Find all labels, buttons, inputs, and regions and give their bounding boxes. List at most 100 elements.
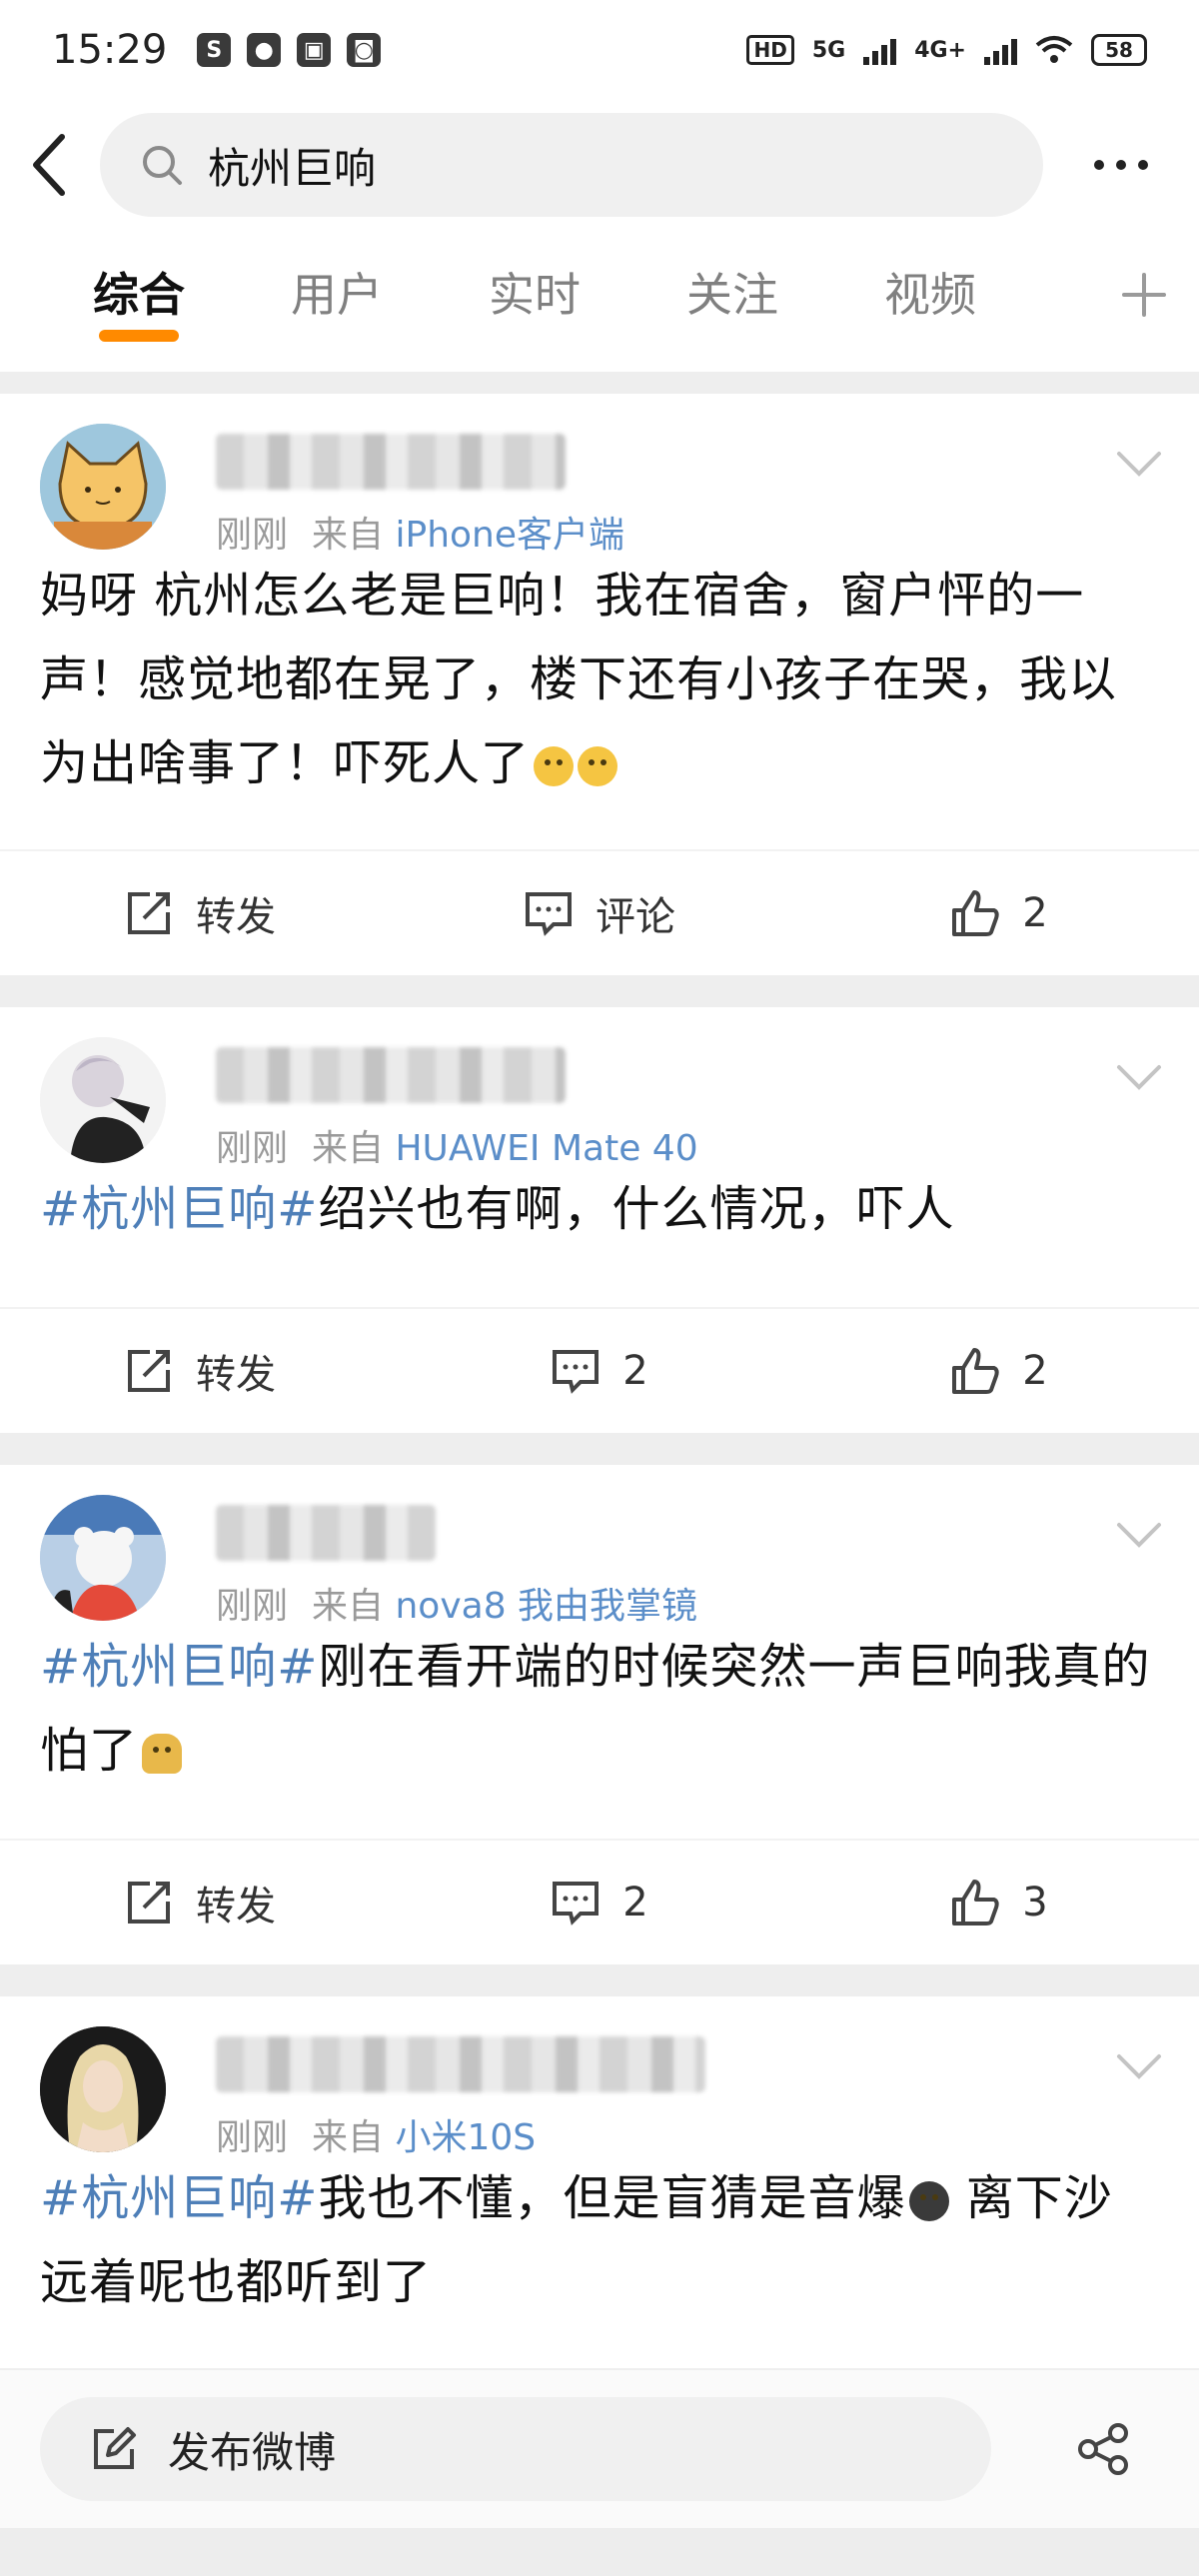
status-time: 15:29 <box>52 27 168 73</box>
system-nav-bar <box>0 2528 1199 2576</box>
comment-button[interactable]: 2 <box>400 1346 799 1396</box>
add-tab-button[interactable] <box>1089 230 1199 360</box>
post-from-label: 来自 <box>312 2117 385 2158</box>
chevron-down-icon[interactable] <box>1115 1063 1163 1091</box>
share-button[interactable] <box>1049 2394 1159 2504</box>
thumbs-up-icon <box>952 1880 999 1926</box>
notification-icons: S ● ▣ ◙ <box>197 33 382 67</box>
post-text-content: 我也不懂，但是盲猜是音爆 <box>318 2170 906 2226</box>
post-text[interactable]: #杭州巨响#绍兴也有啊，什么情况，吓人 <box>0 1167 1199 1251</box>
cat-avatar-image <box>40 424 166 550</box>
repost-label: 转发 <box>196 1884 276 1930</box>
post-meta: 刚刚 来自 iPhone客户端 <box>216 506 624 558</box>
emoji-person-icon <box>142 1734 183 1774</box>
username-blurred[interactable] <box>216 1505 436 1561</box>
repost-icon <box>128 1350 170 1392</box>
post-time: 刚刚 <box>216 515 289 556</box>
repost-icon <box>128 892 170 934</box>
repost-icon <box>128 1882 170 1924</box>
post-from-label: 来自 <box>312 515 385 556</box>
avatar-image <box>40 1037 166 1163</box>
status-bar: 15:29 S ● ▣ ◙ HD 5G 4G+ 58 <box>0 0 1199 100</box>
comment-count: 2 <box>622 1880 648 1926</box>
battery-icon: 58 <box>1091 34 1147 66</box>
post-text[interactable]: #杭州巨响#我也不懂，但是盲猜是音爆 离下沙远着呢也都听到了 <box>0 2156 1199 2324</box>
search-header: 杭州巨响 <box>0 100 1199 230</box>
thumbs-up-icon <box>952 890 999 936</box>
hashtag-link[interactable]: #杭州巨响# <box>40 2170 318 2226</box>
tab-following[interactable]: 关注 <box>633 230 831 360</box>
compose-button[interactable]: 发布微博 <box>40 2397 991 2501</box>
avatar[interactable] <box>40 424 166 550</box>
post-time: 刚刚 <box>216 1128 289 1169</box>
post-card[interactable]: 刚刚 来自 nova8 我由我掌镜 #杭州巨响#刚在看开端的时候突然一声巨响我真… <box>0 1465 1199 1964</box>
avatar[interactable] <box>40 1037 166 1163</box>
chevron-down-icon[interactable] <box>1115 1521 1163 1549</box>
chevron-down-icon[interactable] <box>1115 450 1163 478</box>
comment-button[interactable]: 2 <box>400 1878 799 1928</box>
post-source[interactable]: HUAWEI Mate 40 <box>395 1128 697 1169</box>
comment-icon <box>553 1350 600 1394</box>
repost-button[interactable]: 转发 <box>0 884 400 942</box>
wechat-icon: ● <box>247 33 282 67</box>
post-text-content: 绍兴也有啊，什么情况，吓人 <box>318 1181 955 1237</box>
post-actions: 转发 评论 2 <box>0 849 1199 975</box>
post-meta: 刚刚 来自 小米10S <box>216 2108 536 2160</box>
post-text[interactable]: #杭州巨响#刚在看开端的时候突然一声巨响我真的怕了 <box>0 1625 1199 1793</box>
back-button[interactable] <box>0 100 100 230</box>
wifi-icon <box>1035 36 1073 63</box>
signal-icon <box>863 35 897 65</box>
hashtag-link[interactable]: #杭州巨响# <box>40 1181 318 1237</box>
comment-button[interactable]: 评论 <box>400 884 799 942</box>
chevron-down-icon[interactable] <box>1115 2052 1163 2080</box>
post-actions: 转发 2 3 <box>0 1839 1199 1964</box>
post-source[interactable]: iPhone客户端 <box>395 515 624 556</box>
post-time: 刚刚 <box>216 1586 289 1627</box>
comment-icon <box>526 892 572 936</box>
more-button[interactable] <box>1043 100 1199 230</box>
chevron-left-icon <box>33 134 65 196</box>
post-meta: 刚刚 来自 HUAWEI Mate 40 <box>216 1119 698 1171</box>
repost-button[interactable]: 转发 <box>0 1874 400 1932</box>
comment-label: 评论 <box>596 894 675 940</box>
post-card[interactable]: 刚刚 来自 小米10S #杭州巨响#我也不懂，但是盲猜是音爆 离下沙远着呢也都听… <box>0 1996 1199 2368</box>
divider <box>0 1964 1199 1996</box>
status-indicators: HD 5G 4G+ 58 <box>746 34 1147 66</box>
compose-label: 发布微博 <box>168 2427 337 2477</box>
username-blurred[interactable] <box>216 434 566 490</box>
post-card[interactable]: 刚刚 来自 iPhone客户端 妈呀 杭州怎么老是巨响！我在宿舍，窗户怦的一声！… <box>0 394 1199 975</box>
hashtag-link[interactable]: #杭州巨响# <box>40 1639 318 1695</box>
username-blurred[interactable] <box>216 1047 566 1103</box>
username-blurred[interactable] <box>216 2036 705 2092</box>
tab-video[interactable]: 视频 <box>831 230 1029 360</box>
post-from-label: 来自 <box>312 1586 385 1627</box>
repost-label: 转发 <box>196 894 276 940</box>
post-from-label: 来自 <box>312 1128 385 1169</box>
tab-bar: 综合 用户 实时 关注 视频 <box>0 230 1199 360</box>
like-count: 2 <box>1022 890 1048 936</box>
like-count: 3 <box>1022 1880 1048 1926</box>
divider <box>0 1433 1199 1465</box>
like-button[interactable]: 2 <box>799 1346 1199 1396</box>
comment-count: 2 <box>622 1348 648 1394</box>
repost-button[interactable]: 转发 <box>0 1342 400 1400</box>
post-card[interactable]: 刚刚 来自 HUAWEI Mate 40 #杭州巨响#绍兴也有啊，什么情况，吓人… <box>0 1007 1199 1433</box>
emoji-bomb-icon <box>909 2181 950 2221</box>
like-button[interactable]: 2 <box>799 888 1199 938</box>
post-text[interactable]: 妈呀 杭州怎么老是巨响！我在宿舍，窗户怦的一声！感觉地都在晃了，楼下还有小孩子在… <box>0 554 1199 805</box>
like-button[interactable]: 3 <box>799 1878 1199 1928</box>
post-source[interactable]: nova8 我由我掌镜 <box>395 1586 697 1627</box>
avatar[interactable] <box>40 2026 166 2152</box>
search-input[interactable]: 杭州巨响 <box>100 113 1043 217</box>
post-source[interactable]: 小米10S <box>395 2117 536 2158</box>
tab-users[interactable]: 用户 <box>238 230 436 360</box>
tab-realtime[interactable]: 实时 <box>436 230 633 360</box>
emoji-cat-icon <box>534 746 575 786</box>
share-icon <box>1078 2423 1128 2475</box>
bottom-bar: 发布微博 <box>0 2368 1199 2528</box>
tab-comprehensive[interactable]: 综合 <box>40 230 238 360</box>
avatar[interactable] <box>40 1495 166 1621</box>
more-dots-icon <box>1094 160 1104 170</box>
emoji-cat-icon <box>578 746 618 786</box>
divider <box>0 975 1199 1007</box>
